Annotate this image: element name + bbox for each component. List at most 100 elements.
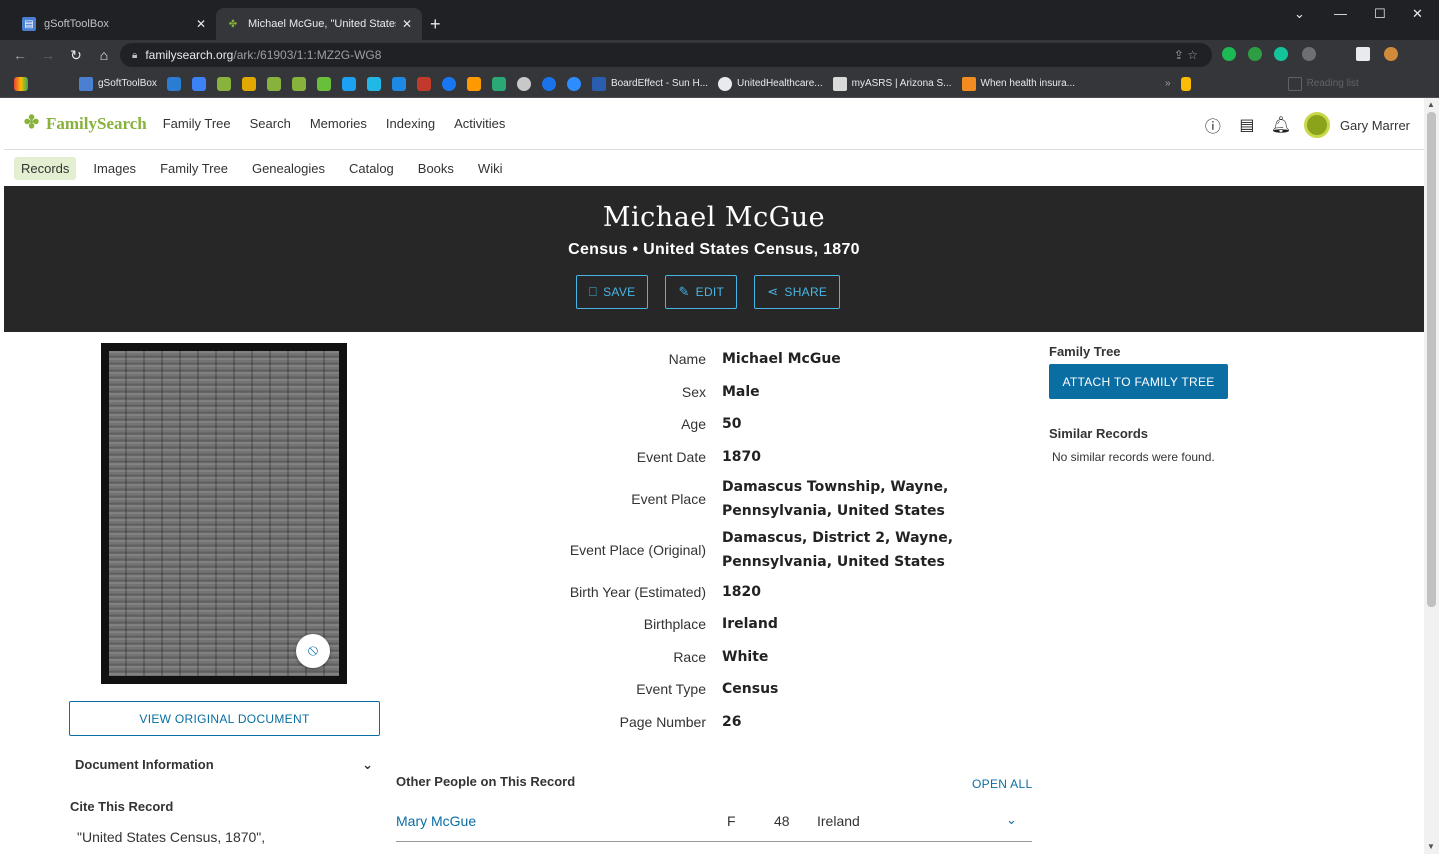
sub-nav: Records Images Family Tree Genealogies C…	[4, 150, 1424, 186]
document-thumbnail[interactable]	[101, 343, 347, 684]
share-button[interactable]: ⋖ SHARE	[754, 275, 841, 309]
subnav-family-tree[interactable]: Family Tree	[153, 157, 235, 180]
nav-search[interactable]: Search	[250, 116, 291, 131]
bookmark-icon[interactable]	[541, 76, 556, 91]
bookmark-myasrs[interactable]: myASRS | Arizona S...	[832, 76, 952, 91]
nav-memories[interactable]: Memories	[310, 116, 367, 131]
zoom-icon[interactable]	[566, 76, 581, 91]
notifications-bell-icon[interactable]: 🔔︎	[1270, 114, 1292, 136]
record-title: Michael McGue	[602, 202, 826, 233]
tab-title: gSoftToolBox	[44, 18, 109, 30]
bookmark-gsofttoolbox[interactable]: gSoftToolBox	[79, 76, 157, 91]
table-row[interactable]: Mary McGue F 48 Ireland ⌄	[396, 802, 1032, 842]
maximize-icon[interactable]: ☐	[1374, 6, 1386, 22]
attach-to-family-tree-button[interactable]: ATTACH TO FAMILY TREE	[1049, 364, 1228, 399]
similar-records-empty-text: No similar records were found.	[1052, 450, 1215, 464]
chevron-down-icon[interactable]: ⌄	[1006, 812, 1017, 828]
subnav-catalog[interactable]: Catalog	[342, 157, 401, 180]
bookmark-icon[interactable]	[366, 76, 381, 91]
record-subtitle: Census • United States Census, 1870	[568, 241, 860, 258]
subnav-wiki[interactable]: Wiki	[471, 157, 510, 180]
view-original-document-button[interactable]: VIEW ORIGINAL DOCUMENT	[69, 701, 380, 736]
page-scrollbar[interactable]: ▲ ▼	[1424, 98, 1439, 854]
subnav-books[interactable]: Books	[411, 157, 461, 180]
reload-icon[interactable]: ↻	[68, 47, 84, 64]
subnav-records[interactable]: Records	[14, 156, 77, 180]
close-window-icon[interactable]: ✕	[1412, 6, 1423, 22]
reading-list-button[interactable]: Reading list	[1287, 76, 1359, 91]
familysearch-logo[interactable]: ✤ FamilySearch	[24, 112, 147, 136]
similar-records-heading: Similar Records	[1049, 426, 1148, 441]
person-name-link[interactable]: Mary McGue	[396, 813, 476, 829]
bookmark-icon[interactable]	[291, 76, 306, 91]
nav-family-tree[interactable]: Family Tree	[163, 116, 231, 131]
person-age: 48	[774, 813, 790, 829]
subnav-genealogies[interactable]: Genealogies	[245, 157, 332, 180]
tab-gsofttoolbox[interactable]: ▤ gSoftToolBox ✕	[12, 8, 216, 40]
scroll-up-icon[interactable]: ▲	[1427, 100, 1435, 109]
bookmark-boardeffect[interactable]: BoardEffect - Sun H...	[591, 76, 708, 91]
bookmark-icon[interactable]	[266, 76, 281, 91]
scroll-down-icon[interactable]: ▼	[1427, 842, 1435, 851]
tab-title: Michael McGue, "United States C	[248, 18, 396, 30]
bookmark-icon[interactable]	[416, 76, 431, 91]
bookmark-health-insurance[interactable]: When health insura...	[961, 76, 1075, 91]
tab-familysearch[interactable]: ✤ Michael McGue, "United States C ✕	[216, 8, 422, 40]
close-tab-icon[interactable]: ✕	[196, 17, 206, 31]
family-tree-heading: Family Tree	[1049, 344, 1121, 359]
site-header: ✤ FamilySearch Family Tree Search Memori…	[4, 98, 1424, 150]
home-icon[interactable]: ⌂	[96, 47, 112, 63]
forward-icon[interactable]: →	[40, 47, 56, 63]
shield-icon[interactable]: ⦸	[296, 634, 330, 668]
bookmark-star-icon[interactable]: ⇪ ☆	[1174, 48, 1198, 62]
help-icon[interactable]: ⓘ	[1202, 114, 1224, 136]
cite-this-record-heading: Cite This Record	[70, 799, 174, 814]
extension-b-icon[interactable]	[1248, 47, 1262, 61]
open-all-link[interactable]: OPEN ALL	[972, 777, 1032, 791]
bookmark-folder-icon[interactable]	[1180, 76, 1191, 91]
bookmark-icon[interactable]	[166, 76, 181, 91]
new-tab-icon[interactable]: +	[430, 14, 441, 35]
bookmark-icon[interactable]	[491, 76, 506, 91]
familysearch-favicon-icon: ✤	[228, 18, 238, 30]
bookmark-icon[interactable]	[316, 76, 331, 91]
back-icon[interactable]: ←	[12, 47, 28, 63]
grammarly-icon[interactable]	[1274, 47, 1288, 61]
record-banner: Michael McGue Census • United States Cen…	[4, 186, 1424, 332]
avatar[interactable]	[1303, 112, 1330, 138]
save-button[interactable]: ⎕ SAVE	[576, 275, 649, 309]
bookmark-icon[interactable]	[216, 76, 231, 91]
bookmark-icon[interactable]	[191, 76, 206, 91]
header-right: ⓘ ▤ 🔔︎ Gary Marrer	[1202, 112, 1410, 138]
close-tab-icon[interactable]: ✕	[402, 17, 412, 31]
bookmark-icon[interactable]	[241, 76, 256, 91]
minimize-icon[interactable]: —	[1334, 6, 1347, 21]
bookmark-icon[interactable]	[391, 76, 406, 91]
nav-activities[interactable]: Activities	[454, 116, 505, 131]
extension-green-icon[interactable]	[1222, 47, 1236, 61]
address-bar[interactable]: 🔒︎ familysearch.org /ark:/61903/1:1:MZ2G…	[120, 43, 1212, 67]
url-host: familysearch.org	[145, 48, 234, 62]
extension-gear-icon[interactable]	[1302, 47, 1316, 61]
share-icon: ⋖	[767, 284, 779, 299]
document-information-toggle[interactable]: Document Information ⌄	[75, 757, 373, 773]
twitter-icon[interactable]	[341, 76, 356, 91]
tab-search-icon[interactable]: ⌄	[1294, 6, 1305, 22]
profile-avatar-icon[interactable]	[1384, 47, 1398, 61]
bookmark-icon[interactable]	[516, 76, 531, 91]
extension-puzzle-icon[interactable]	[1356, 47, 1370, 61]
user-name[interactable]: Gary Marrer	[1340, 118, 1410, 133]
record-actions: ⎕ SAVE ✎ EDIT ⋖ SHARE	[576, 275, 857, 309]
subnav-images[interactable]: Images	[86, 157, 143, 180]
bookmark-unitedhealthcare[interactable]: UnitedHealthcare...	[718, 76, 823, 91]
amazon-icon[interactable]	[466, 76, 481, 91]
nav-indexing[interactable]: Indexing	[386, 116, 435, 131]
more-bookmarks-icon[interactable]: »	[1165, 78, 1171, 89]
chevron-down-icon: ⌄	[362, 757, 373, 772]
apps-icon[interactable]	[14, 76, 28, 91]
edit-button[interactable]: ✎ EDIT	[665, 275, 738, 309]
facebook-icon[interactable]	[441, 76, 456, 91]
messages-icon[interactable]: ▤	[1236, 114, 1258, 136]
scrollbar-thumb[interactable]	[1427, 112, 1436, 607]
pencil-icon: ✎	[678, 284, 690, 299]
